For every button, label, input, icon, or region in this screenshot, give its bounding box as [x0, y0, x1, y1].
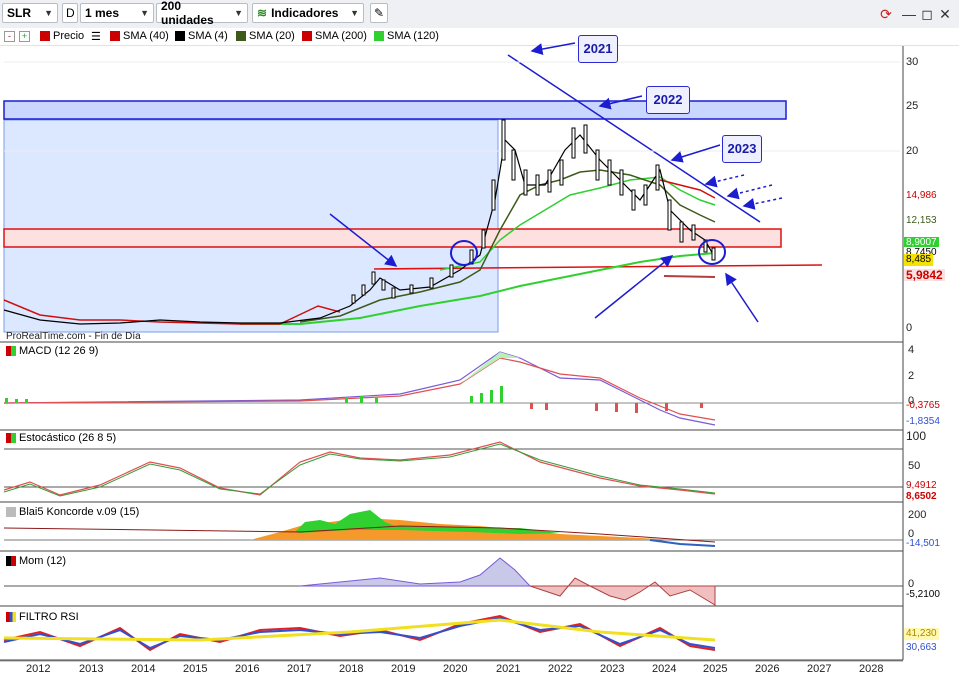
x-tick-2023: 2023 [600, 663, 625, 675]
macd-axis-2: 2 [908, 370, 915, 382]
x-tick-2028: 2028 [859, 663, 884, 675]
arrow [530, 42, 576, 55]
x-tick-2022: 2022 [548, 663, 573, 675]
koncorde-axis-200: 200 [908, 509, 927, 521]
x-tick-2026: 2026 [755, 663, 780, 675]
price-axis-0: 0 [906, 322, 913, 334]
stoch-d-line [3, 443, 716, 497]
annotation-2022: 2022 [646, 86, 690, 114]
target-line [663, 275, 716, 278]
mom-negative [529, 577, 716, 606]
dotted-arrow [726, 184, 773, 200]
price-axis-25: 25 [906, 100, 919, 112]
chart-canvas [0, 42, 904, 662]
x-tick-2018: 2018 [339, 663, 364, 675]
stoch-label: Estocástico (26 8 5) [19, 432, 117, 444]
dotted-arrow [742, 197, 783, 210]
price-axis-20: 20 [906, 145, 919, 157]
price-tag: 14,986 [904, 190, 939, 202]
sma200-line [659, 179, 716, 199]
x-tick-2019: 2019 [391, 663, 416, 675]
macd-tag: -0,3765 [906, 400, 940, 411]
mom-positive [299, 557, 532, 587]
source-label: ProRealTime.com - Fin de Día [6, 331, 141, 342]
rsi-tag: 41,230 [904, 628, 939, 640]
arrow [725, 272, 759, 323]
macd-histogram-neg [530, 403, 703, 413]
price-tag: 8,485 [904, 254, 934, 266]
macd-axis-4: 4 [908, 344, 915, 356]
mom-label: Mom (12) [19, 555, 67, 567]
arrow [594, 255, 674, 319]
annotation-2023: 2023 [722, 135, 762, 163]
mom-tag: -5,2100 [906, 589, 940, 600]
x-tick-2025: 2025 [703, 663, 728, 675]
stoch-panel-label[interactable]: Estocástico (26 8 5) [6, 432, 116, 444]
koncorde-tag: -14,501 [906, 538, 940, 549]
macd-line [3, 351, 716, 426]
x-tick-2027: 2027 [807, 663, 832, 675]
rsi-label: FILTRO RSI [19, 611, 79, 623]
x-tick-2017: 2017 [287, 663, 312, 675]
koncorde-panel-label[interactable]: Blai5 Koncorde v.09 (15) [6, 506, 139, 518]
price-axis-30: 30 [906, 56, 919, 68]
koncorde-label: Blai5 Koncorde v.09 (15) [19, 506, 140, 518]
stoch-axis-50: 50 [908, 460, 921, 472]
rsi-tag: 30,663 [906, 642, 937, 653]
support-zone [3, 228, 782, 248]
x-tick-2024: 2024 [652, 663, 677, 675]
rsi-yellow-line [3, 618, 716, 642]
rsi-panel-label[interactable]: FILTRO RSI [6, 611, 79, 623]
x-tick-2012: 2012 [26, 663, 51, 675]
x-tick-2014: 2014 [131, 663, 156, 675]
price-tag: 12,153 [904, 215, 939, 227]
range-box-light [3, 119, 499, 333]
arrow [670, 144, 721, 163]
price-tag: 5,9842 [904, 268, 945, 282]
x-tick-2016: 2016 [235, 663, 260, 675]
macd-label: MACD (12 26 9) [19, 345, 99, 357]
x-tick-2013: 2013 [79, 663, 104, 675]
macd-fill [460, 352, 520, 384]
x-tick-2021: 2021 [496, 663, 521, 675]
mom-panel-label[interactable]: Mom (12) [6, 555, 66, 567]
stoch-axis-100: 100 [906, 429, 927, 443]
macd-signal-line [3, 357, 716, 421]
stoch-tag: 8,6502 [906, 491, 937, 502]
dotted-arrow [704, 174, 745, 188]
macd-tag: -1,8354 [906, 416, 940, 427]
x-tick-2015: 2015 [183, 663, 208, 675]
x-tick-2020: 2020 [443, 663, 468, 675]
macd-panel-label[interactable]: MACD (12 26 9) [6, 345, 98, 357]
annotation-2021: 2021 [578, 35, 618, 63]
